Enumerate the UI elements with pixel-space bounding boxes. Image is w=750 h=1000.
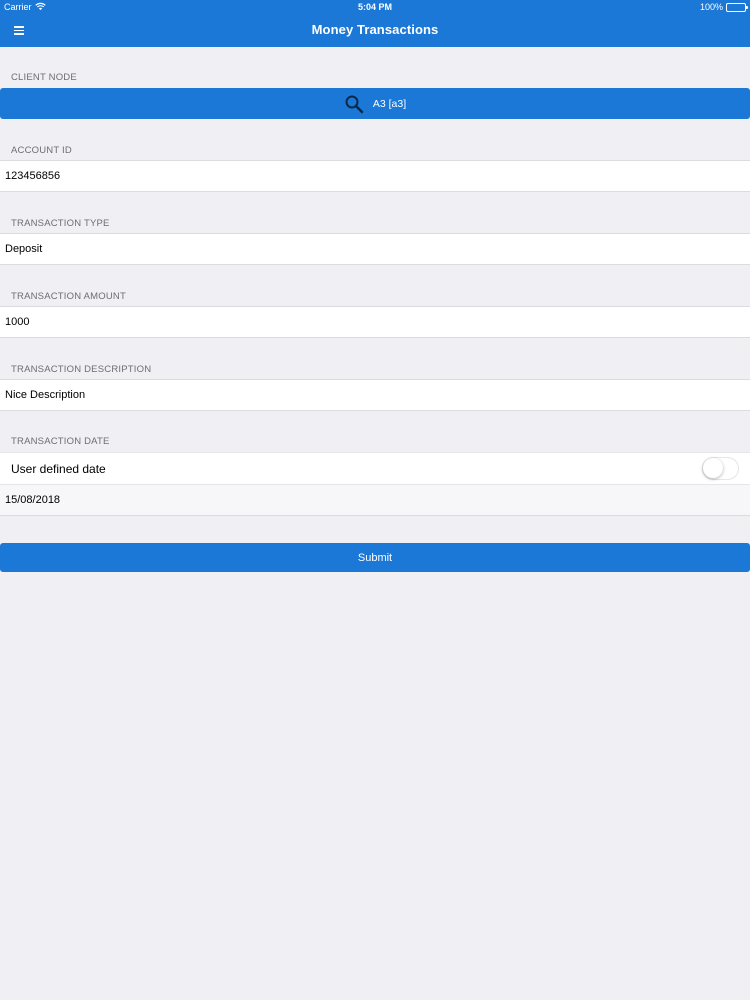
toggle-knob (703, 458, 723, 478)
user-defined-date-row: User defined date (0, 452, 750, 484)
account-id-value[interactable]: 123456856 (5, 170, 750, 182)
transaction-description-field[interactable]: Nice Description (0, 379, 750, 411)
top-bar: Carrier 5:04 PM 100% Money Transactions (0, 0, 750, 47)
transaction-amount-field[interactable]: 1000 (0, 306, 750, 338)
user-defined-date-label: User defined date (11, 461, 106, 476)
transaction-type-field[interactable]: Deposit (0, 233, 750, 265)
transaction-amount-value[interactable]: 1000 (5, 316, 750, 328)
client-node-button[interactable]: A3 [a3] (0, 88, 750, 119)
client-node-label: CLIENT NODE (11, 72, 77, 83)
battery-icon (726, 2, 748, 12)
client-node-value: A3 [a3] (372, 97, 407, 110)
transaction-date-field[interactable]: 15/08/2018 (0, 484, 750, 516)
transaction-type-label: TRANSACTION TYPE (11, 218, 110, 229)
account-id-field[interactable]: 123456856 (0, 160, 750, 192)
transaction-amount-label: TRANSACTION AMOUNT (11, 291, 126, 302)
nav-bar: Money Transactions (0, 14, 750, 47)
transaction-description-value[interactable]: Nice Description (5, 389, 750, 401)
submit-button[interactable]: Submit (0, 543, 750, 572)
transaction-type-value[interactable]: Deposit (5, 243, 750, 255)
page-title: Money Transactions (311, 22, 439, 37)
transaction-description-label: TRANSACTION DESCRIPTION (11, 364, 152, 375)
status-time: 5:04 PM (357, 2, 392, 12)
account-id-label: ACCOUNT ID (11, 145, 72, 156)
transaction-date-value: 15/08/2018 (5, 494, 61, 506)
battery-percent: 100% (699, 2, 723, 12)
user-defined-date-toggle[interactable] (702, 457, 739, 480)
search-icon (345, 95, 364, 113)
battery-indicator: 100% (699, 0, 748, 14)
transaction-date-label: TRANSACTION DATE (11, 436, 110, 447)
status-bar: Carrier 5:04 PM 100% (0, 0, 750, 14)
